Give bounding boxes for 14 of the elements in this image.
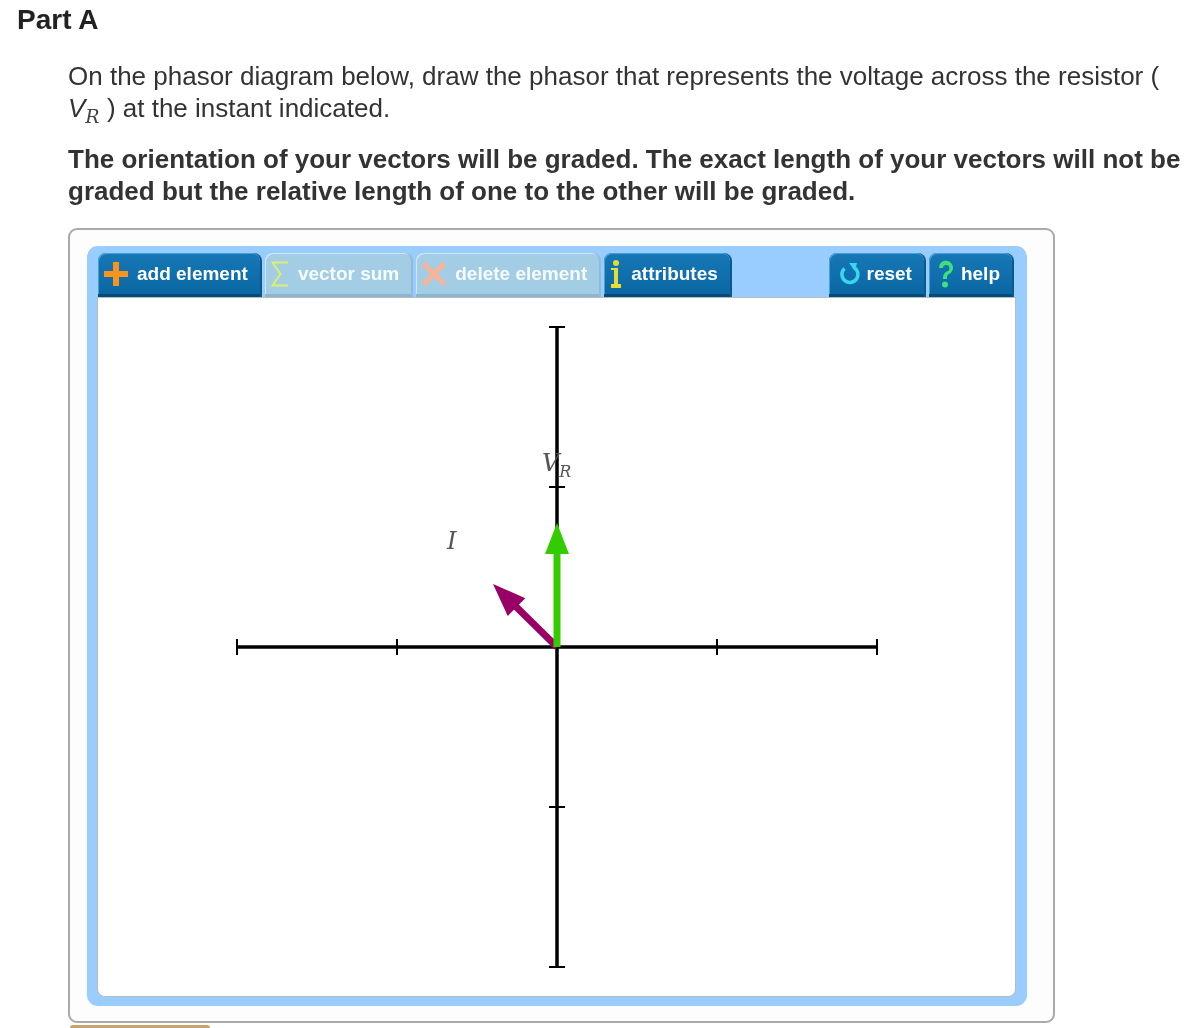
sigma-icon (270, 260, 289, 287)
part-title: Part A (17, 6, 99, 34)
plus-icon (104, 261, 128, 286)
button-top-edge[interactable] (70, 1025, 210, 1028)
action-button[interactable]: help (928, 253, 1012, 297)
help-icon (936, 259, 955, 288)
tool-tab[interactable]: attributes (604, 253, 730, 297)
x-icon (422, 261, 447, 286)
current-label: I (447, 528, 457, 554)
grading-note: The orientation of your vectors will be graded. The exact length of your vectors will not be graded but the relative length of one to the other will be graded. (68, 143, 1182, 207)
info-icon (610, 259, 623, 288)
question-prompt: On the phasor diagram below, draw the phasor that represents the voltage across the resistor ( V$_{R}$ ) at the instant indicated. (68, 60, 1161, 124)
tool-tab[interactable]: add element (98, 253, 260, 297)
action-button[interactable]: reset (828, 253, 924, 297)
